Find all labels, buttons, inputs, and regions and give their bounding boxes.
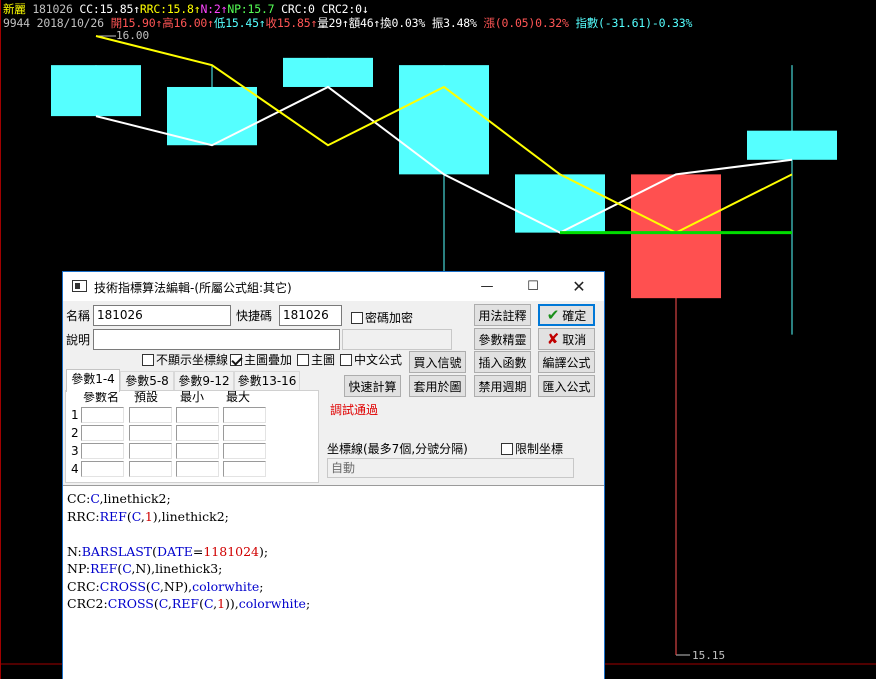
insert-function-button[interactable]: 插入函數 — [474, 351, 531, 373]
tab-params-1-4[interactable]: 參數1-4 — [66, 369, 120, 392]
candle-body — [399, 65, 489, 175]
param-cell-input[interactable] — [81, 443, 124, 459]
import-formula-button[interactable]: 匯入公式 — [538, 375, 595, 397]
code-line: CC:C,linethick2; — [67, 491, 171, 506]
ok-button[interactable]: ✔ 確定 — [538, 304, 595, 326]
tab-params-9-12[interactable]: 參數9-12 — [174, 371, 234, 391]
code-line: RRC:REF(C,1),linethick2; — [67, 508, 229, 524]
param-cell-input[interactable] — [176, 461, 219, 477]
param-cell-input[interactable] — [81, 461, 124, 477]
param-header-default: 預設 — [134, 390, 159, 404]
name-label: 名稱 — [66, 309, 91, 323]
buy-signal-button[interactable]: 買入信號 — [409, 351, 466, 373]
checkbox-box[interactable] — [501, 443, 513, 455]
checkbox-box[interactable] — [340, 354, 352, 366]
compile-formula-button[interactable]: 編譯公式 — [538, 351, 595, 373]
quick-calc-button[interactable]: 快速計算 — [344, 375, 401, 397]
disable-period-button[interactable]: 禁用週期 — [474, 375, 531, 397]
code-line: N:BARSLAST(DATE=1181024); — [67, 543, 269, 559]
param-cell-input[interactable] — [81, 407, 124, 423]
formula-code-editor[interactable]: CC:C,linethick2; RRC:REF(C,1),linethick2;… — [63, 485, 604, 679]
checkbox-label: 主圖 — [311, 353, 336, 367]
param-cell-input[interactable] — [176, 425, 219, 441]
param-cell-input[interactable] — [81, 425, 124, 441]
candle-body — [283, 57, 373, 87]
description-label: 說明 — [66, 333, 91, 347]
axis-lines-input[interactable]: 自動 — [327, 458, 574, 478]
checkbox-box[interactable] — [142, 354, 154, 366]
param-row-number: 3 — [71, 444, 79, 458]
candle-body — [747, 130, 837, 160]
code-line: CRC2:CROSS(C,REF(C,1)),colorwhite; — [67, 596, 311, 611]
candle-body — [515, 174, 605, 233]
code-line: CRC:CROSS(C,NP),colorwhite; — [67, 578, 264, 594]
param-cell-input[interactable] — [129, 443, 172, 459]
window-app-icon — [72, 280, 87, 292]
password-encrypt-checkbox[interactable]: 密碼加密 — [351, 311, 413, 325]
candle-body — [631, 174, 721, 299]
password-input — [342, 329, 452, 350]
axis-lines-label: 坐標線(最多7個,分號分隔) — [327, 442, 468, 456]
param-cell-input[interactable] — [129, 407, 172, 423]
checkbox-box[interactable] — [351, 312, 363, 324]
check-icon: ✔ — [546, 306, 560, 324]
param-row-number: 4 — [71, 462, 79, 476]
chinese-formula-checkbox[interactable]: 中文公式 — [340, 353, 402, 367]
param-cell-input[interactable] — [223, 407, 266, 423]
checkbox-label: 不顯示坐標線 — [156, 353, 229, 367]
limit-axis-checkbox[interactable]: 限制坐標 — [501, 442, 563, 456]
minimize-icon[interactable]: — — [464, 272, 510, 301]
tab-params-5-8[interactable]: 參數5-8 — [120, 371, 174, 391]
name-input[interactable]: 181026 — [93, 305, 231, 326]
shortcut-input[interactable]: 181026 — [279, 305, 342, 326]
param-cell-input[interactable] — [223, 425, 266, 441]
checkbox-box[interactable] — [230, 354, 242, 366]
dialog-title: 技術指標算法編輯-(所屬公式組:其它) — [94, 281, 292, 295]
high-price-label: 16.00 — [116, 29, 149, 42]
candle-body — [51, 65, 141, 117]
cancel-button[interactable]: ✘ 取消 — [538, 328, 595, 350]
maximize-icon[interactable]: ☐ — [510, 272, 556, 301]
param-header-max: 最大 — [226, 390, 251, 404]
low-price-label: 15.15 — [692, 649, 725, 662]
tab-params-13-16[interactable]: 參數13-16 — [234, 371, 300, 391]
checkbox-label: 主圖疊加 — [244, 353, 293, 367]
overlay-main-checkbox[interactable]: 主圖疊加 — [230, 353, 292, 367]
param-cell-input[interactable] — [129, 425, 172, 441]
param-cell-input[interactable] — [223, 443, 266, 459]
shortcut-label: 快捷碼 — [236, 309, 273, 323]
param-header-min: 最小 — [180, 390, 205, 404]
checkbox-label: 限制坐標 — [515, 442, 564, 456]
hide-axis-checkbox[interactable]: 不顯示坐標線 — [142, 353, 228, 367]
description-input[interactable] — [93, 329, 340, 350]
param-header-name: 參數名 — [83, 390, 120, 404]
param-cell-input[interactable] — [176, 407, 219, 423]
checkbox-label: 密碼加密 — [365, 311, 414, 325]
indicator-formula-editor-dialog: 技術指標算法編輯-(所屬公式組:其它) — ☐ ✕ 名稱 181026 快捷碼 … — [62, 271, 605, 679]
param-cell-input[interactable] — [176, 443, 219, 459]
checkbox-box[interactable] — [297, 354, 309, 366]
param-cell-input[interactable] — [129, 461, 172, 477]
usage-notes-button[interactable]: 用法註釋 — [474, 304, 531, 326]
main-chart-checkbox[interactable]: 主圖 — [297, 353, 335, 367]
code-line: NP:REF(C,N),linethick3; — [67, 561, 223, 576]
cancel-label: 取消 — [562, 332, 587, 347]
param-wizard-button[interactable]: 參數精靈 — [474, 328, 531, 350]
ok-label: 確定 — [562, 308, 587, 323]
close-icon[interactable]: ✕ — [556, 272, 602, 301]
param-cell-input[interactable] — [223, 461, 266, 477]
param-row-number: 1 — [71, 408, 79, 422]
checkbox-label: 中文公式 — [354, 353, 403, 367]
dialog-titlebar[interactable]: 技術指標算法編輯-(所屬公式組:其它) — ☐ ✕ — [63, 272, 604, 301]
apply-to-chart-button[interactable]: 套用於圖 — [409, 375, 466, 397]
x-icon: ✘ — [546, 330, 560, 348]
param-row-number: 2 — [71, 426, 79, 440]
status-text: 調試通過 — [330, 403, 379, 417]
